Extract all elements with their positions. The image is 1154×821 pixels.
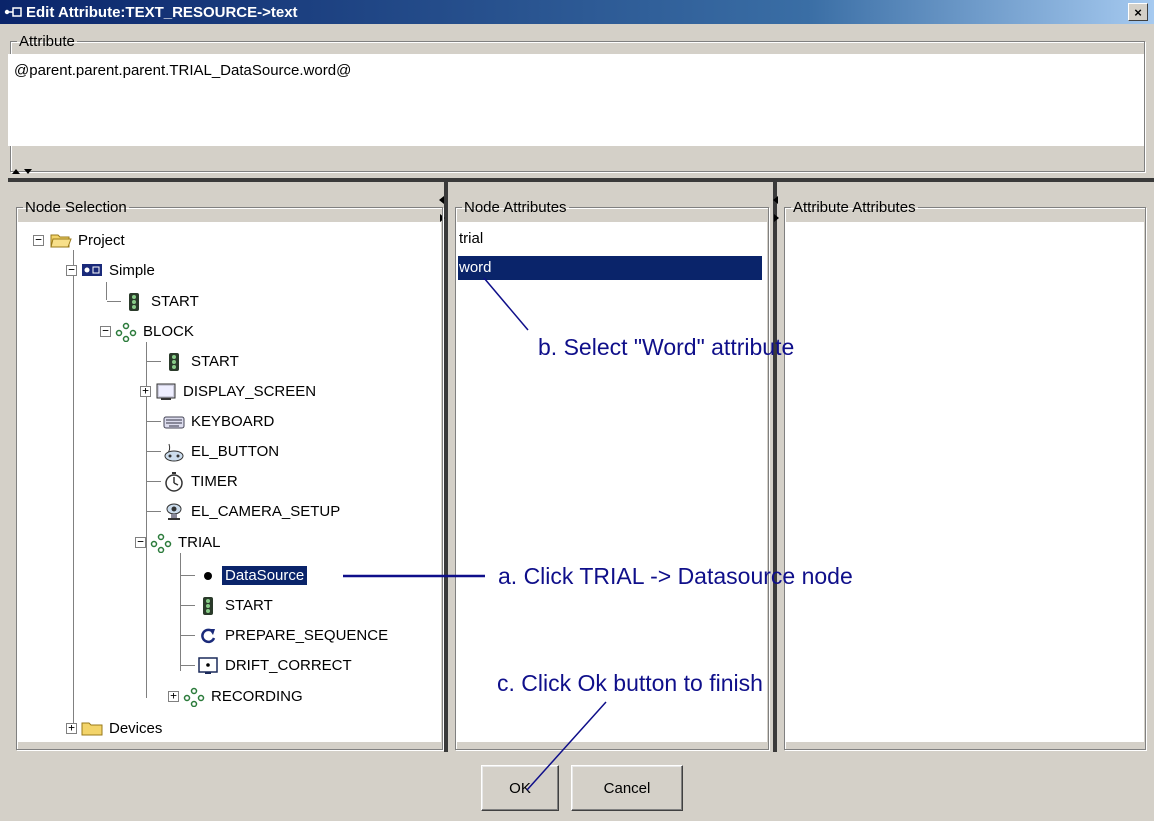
expand-toggle[interactable]: + <box>140 385 151 397</box>
tree-node-el-button[interactable]: EL_BUTTON <box>188 442 282 461</box>
tree-line <box>73 250 74 732</box>
attribute-value-field[interactable]: @parent.parent.parent.TRIAL_DataSource.w… <box>8 54 1144 146</box>
attribute-attributes-list[interactable] <box>786 222 1144 742</box>
close-button[interactable]: × <box>1128 3 1148 21</box>
tree-node-timer[interactable]: TIMER <box>188 472 241 491</box>
tree-node-recording[interactable]: RECORDING <box>208 687 306 706</box>
tree-node-display-screen[interactable]: DISPLAY_SCREEN <box>180 382 319 401</box>
tree-node-prepare-sequence[interactable]: PREPARE_SEQUENCE <box>222 626 391 645</box>
attribute-attributes-legend: Attribute Attributes <box>793 199 916 216</box>
collapse-toggle[interactable]: − <box>66 264 77 276</box>
tree-node-drift-correct[interactable]: DRIFT_CORRECT <box>222 656 355 675</box>
tree-node-block[interactable]: BLOCK <box>140 322 197 341</box>
sequence-icon <box>115 322 137 343</box>
splitter-right-arrow-icon[interactable] <box>772 194 780 228</box>
monitor-icon <box>155 382 177 400</box>
node-attributes-legend: Node Attributes <box>464 199 567 216</box>
vertical-splitter-right[interactable] <box>773 182 777 752</box>
tree-node-keyboard[interactable]: KEYBOARD <box>188 412 277 431</box>
tree-node-devices[interactable]: Devices <box>106 719 165 738</box>
experiment-icon <box>81 261 103 279</box>
collapse-toggle[interactable]: − <box>33 234 44 246</box>
tree-node-project[interactable]: Project <box>75 231 128 250</box>
sequence-icon <box>150 533 172 554</box>
annotation-a: a. Click TRIAL -> Datasource node <box>498 563 853 589</box>
cancel-button[interactable]: Cancel <box>571 765 683 811</box>
folder-icon <box>81 719 103 737</box>
attribute-value-text: @parent.parent.parent.TRIAL_DataSource.w… <box>14 62 352 79</box>
collapse-toggle[interactable]: − <box>100 325 111 337</box>
folder-open-icon <box>50 231 72 249</box>
tree-node-el-camera-setup[interactable]: EL_CAMERA_SETUP <box>188 502 343 521</box>
timer-icon <box>163 472 185 492</box>
annotation-c: c. Click Ok button to finish <box>497 670 763 696</box>
annotation-b: b. Select "Word" attribute <box>538 334 795 360</box>
datasource-dot-icon <box>197 566 219 584</box>
node-attributes-list[interactable] <box>457 222 767 742</box>
tree-node-start[interactable]: START <box>222 596 276 615</box>
expand-toggle[interactable]: + <box>168 690 179 702</box>
traffic-light-icon <box>197 596 219 615</box>
drift-correct-icon <box>197 656 219 674</box>
title-bar[interactable]: Edit Attribute:TEXT_RESOURCE->text × <box>0 0 1154 24</box>
sequence-icon <box>183 687 205 708</box>
attribute-legend: Attribute <box>19 33 75 50</box>
tree-node-start[interactable]: START <box>148 292 202 311</box>
tree-node-start[interactable]: START <box>188 352 242 371</box>
refresh-icon <box>197 626 219 644</box>
keyboard-icon <box>163 412 185 430</box>
ok-button-label: OK <box>509 779 531 797</box>
node-link-icon <box>4 5 22 19</box>
node-selection-legend: Node Selection <box>25 199 127 216</box>
tree-node-simple[interactable]: Simple <box>106 261 158 280</box>
tree-node-datasource[interactable]: DataSource <box>222 565 308 585</box>
collapse-toggle[interactable]: − <box>135 536 146 548</box>
traffic-light-icon <box>123 292 145 311</box>
eye-camera-icon <box>163 502 185 520</box>
expand-toggle[interactable]: + <box>66 722 77 734</box>
gamepad-icon <box>163 442 185 462</box>
attribute-item-word[interactable]: word <box>458 256 762 280</box>
tree-node-trial[interactable]: TRIAL <box>175 533 224 552</box>
horizontal-splitter[interactable] <box>8 178 1154 182</box>
cancel-button-label: Cancel <box>603 779 651 797</box>
ok-button[interactable]: OK <box>481 765 559 811</box>
window-title: Edit Attribute:TEXT_RESOURCE->text <box>26 3 298 21</box>
traffic-light-icon <box>163 352 185 371</box>
vertical-splitter-left[interactable] <box>444 182 448 752</box>
attribute-item-trial[interactable]: trial <box>458 227 762 251</box>
splitter-arrows-icon[interactable] <box>11 165 35 177</box>
